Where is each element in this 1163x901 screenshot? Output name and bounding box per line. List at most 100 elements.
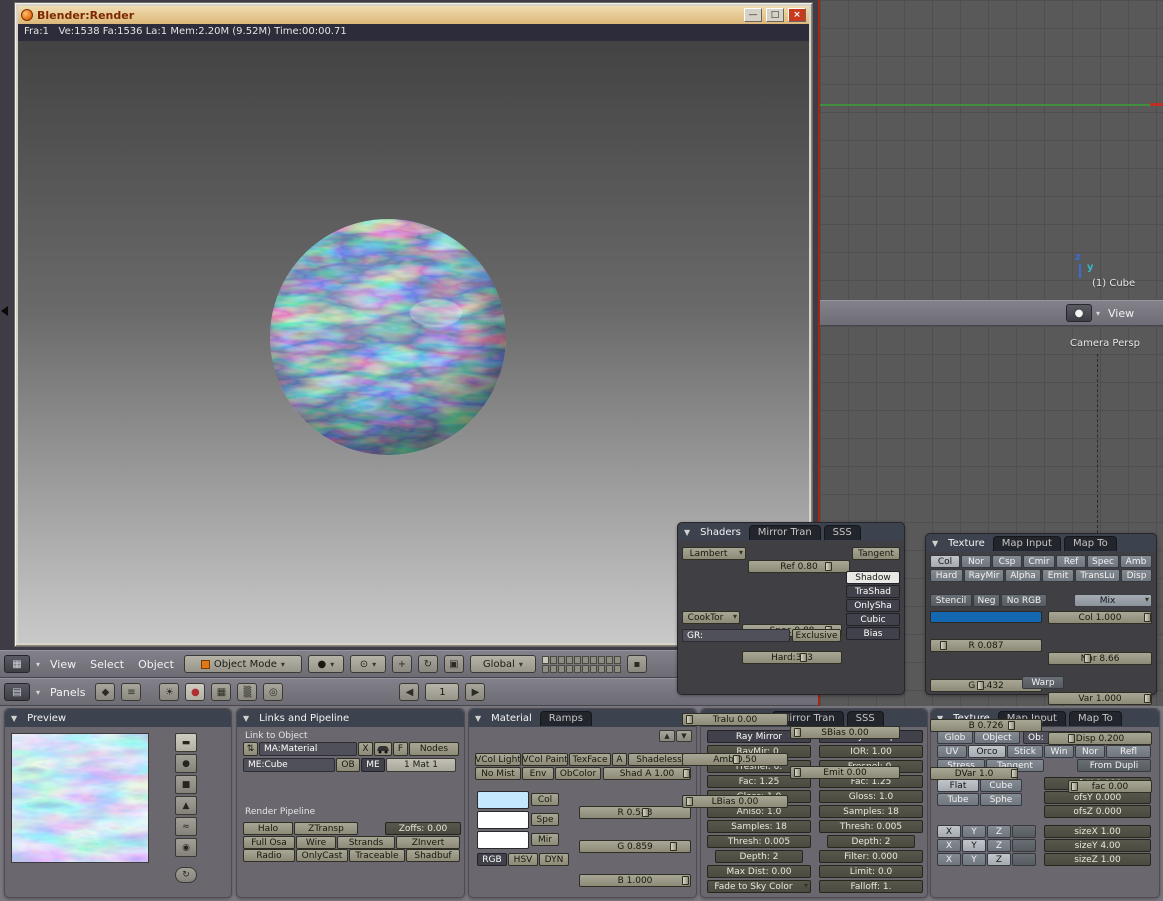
material-browse-button[interactable]: ⇅ [243,742,258,756]
collapse-icon[interactable]: ▼ [11,714,17,723]
g-slider[interactable]: G 0.859 [579,840,691,853]
radio-toggle[interactable]: Radio [243,849,295,862]
zoffs-field[interactable]: Zoffs: 0.00 [385,822,461,835]
sizex-field[interactable]: sizeX 1.00 [1044,825,1151,838]
chevron-down-icon[interactable]: ▾ [1096,309,1100,318]
unlink-material-button[interactable]: X [358,742,373,756]
lock-layers-button[interactable]: ▪ [626,655,647,673]
axis-z3-toggle[interactable]: Z [987,853,1011,866]
collapse-icon[interactable]: ▼ [243,714,249,723]
mesh-name-field[interactable]: ME:Cube [243,758,335,772]
world-buttons-button[interactable]: ◎ [263,683,284,701]
nor-toggle[interactable]: Nor [961,555,991,568]
preview-cube-button[interactable]: ■ [175,775,197,794]
menu-panels[interactable]: Panels [46,686,89,699]
tangent-toggle[interactable]: Tangent [852,547,900,560]
menu-view[interactable]: View [46,658,80,671]
onlysha-toggle[interactable]: OnlySha [846,599,900,612]
warp-toggle[interactable]: Warp [1022,676,1064,689]
shadow-toggle[interactable]: Shadow [846,571,900,584]
layer-cell[interactable] [613,664,621,673]
orco-toggle[interactable]: Orco [968,745,1006,758]
frame-next-button[interactable]: ▶ [465,683,486,701]
sbias-slider[interactable]: SBias 0.00 [790,726,900,739]
samples-tra-field[interactable]: Samples: 18 [819,805,923,818]
material-buttons-button[interactable]: ● [185,683,206,701]
strands-button[interactable]: Strands [337,836,395,849]
editor-type-button[interactable]: ▦ [4,655,30,673]
spec-toggle[interactable]: Spec [1087,555,1119,568]
layer-cell[interactable] [589,655,597,664]
cmir-toggle[interactable]: Cmir [1023,555,1055,568]
falloff-slider[interactable]: Falloff: 1. [819,880,923,893]
layer-cell[interactable] [605,664,613,673]
mode-dropdown[interactable]: Object Mode ▾ [183,655,302,673]
var-slider[interactable]: Var 1.000 [1048,692,1152,705]
thresh-mir-field[interactable]: Thresh: 0.005 [707,835,811,848]
fac-slider[interactable]: fac 0.00 [1068,780,1152,793]
close-button[interactable]: × [788,8,806,22]
layer-cell[interactable] [565,664,573,673]
me-toggle[interactable]: ME [361,758,385,772]
axis-x3-toggle[interactable]: X [937,853,961,866]
tab-sss[interactable]: SSS [823,524,861,540]
axis-x2-toggle[interactable]: X [937,839,961,852]
tube-proj-toggle[interactable]: Tube [937,793,979,806]
rgb-toggle[interactable]: RGB [477,853,507,866]
copy-material-button[interactable]: ▲ [659,730,675,742]
layer-cell[interactable] [549,664,557,673]
layer-cell[interactable] [597,664,605,673]
layer-cell[interactable] [541,655,549,664]
axis-z2-toggle[interactable]: Z [987,839,1011,852]
panel-title[interactable]: Preview [27,713,66,724]
obcolor-toggle[interactable]: ObColor [555,767,601,780]
r-slider[interactable]: R 0.583 [579,806,691,819]
dvar-slider[interactable]: DVar 1.0 [930,767,1018,780]
panel-title[interactable]: Material [491,713,532,724]
depth-tra-field[interactable]: Depth: 2 [827,835,915,848]
shadeless-toggle[interactable]: Shadeless [628,753,690,766]
paste-material-button[interactable]: ▼ [676,730,692,742]
specular-color-swatch[interactable] [477,811,529,829]
dyn-toggle[interactable]: DYN [539,853,569,866]
material-name-field[interactable]: MA:Material [259,742,357,756]
header-menu-chevron-icon[interactable]: ▾ [36,660,40,669]
tab-ramps[interactable]: Ramps [539,710,592,726]
axis-blank2-toggle[interactable] [1012,839,1036,852]
shad-a-slider[interactable]: Shad A 1.00 [603,767,691,780]
halo-toggle[interactable]: Halo [243,822,293,835]
layer-cell[interactable] [581,664,589,673]
refl-toggle[interactable]: Refl [1106,745,1151,758]
nor-amount-slider[interactable]: Nor 8.66 [1048,652,1152,665]
sizez-field[interactable]: sizeZ 1.00 [1044,853,1151,866]
area-split-handle[interactable] [1,306,8,316]
tab-mirror-tran[interactable]: Mirror Tran [748,524,821,540]
neg-toggle[interactable]: Neg [973,594,1000,607]
samples-mir-field[interactable]: Samples: 18 [707,820,811,833]
menu-object[interactable]: Object [134,658,178,671]
collapse-icon[interactable]: ▼ [684,528,690,537]
hard-toggle[interactable]: Hard [930,569,963,582]
spe-mode-button[interactable]: Spe [531,813,559,826]
thresh-tra-field[interactable]: Thresh: 0.005 [819,820,923,833]
fake-user-button[interactable]: F [393,742,408,756]
layer-cell[interactable] [581,655,589,664]
axis-z1-toggle[interactable]: Z [987,825,1011,838]
full-osa-toggle[interactable]: Full Osa [243,836,295,849]
col-toggle[interactable]: Col [930,555,960,568]
draw-type-dropdown[interactable]: ● ▾ [307,655,344,673]
tab-map-to[interactable]: Map To [1063,535,1117,551]
stick-toggle[interactable]: Stick [1007,745,1043,758]
preview-hair-button[interactable]: ≈ [175,817,197,836]
layer-cell[interactable] [613,655,621,664]
layer-cell[interactable] [573,664,581,673]
bias-toggle[interactable]: Bias [846,627,900,640]
depth-mir-field[interactable]: Depth: 2 [715,850,803,863]
cube-proj-toggle[interactable]: Cube [980,779,1022,792]
object-toggle[interactable]: Object [974,731,1020,744]
texture-buttons-button[interactable]: ▦ [211,683,232,701]
scale-manipulator-button[interactable]: ▣ [443,655,464,673]
script-context-button[interactable]: ≡ [121,683,142,701]
preview-flat-button[interactable]: ▬ [175,733,197,752]
material-index-field[interactable]: 1 Mat 1 [386,758,456,772]
